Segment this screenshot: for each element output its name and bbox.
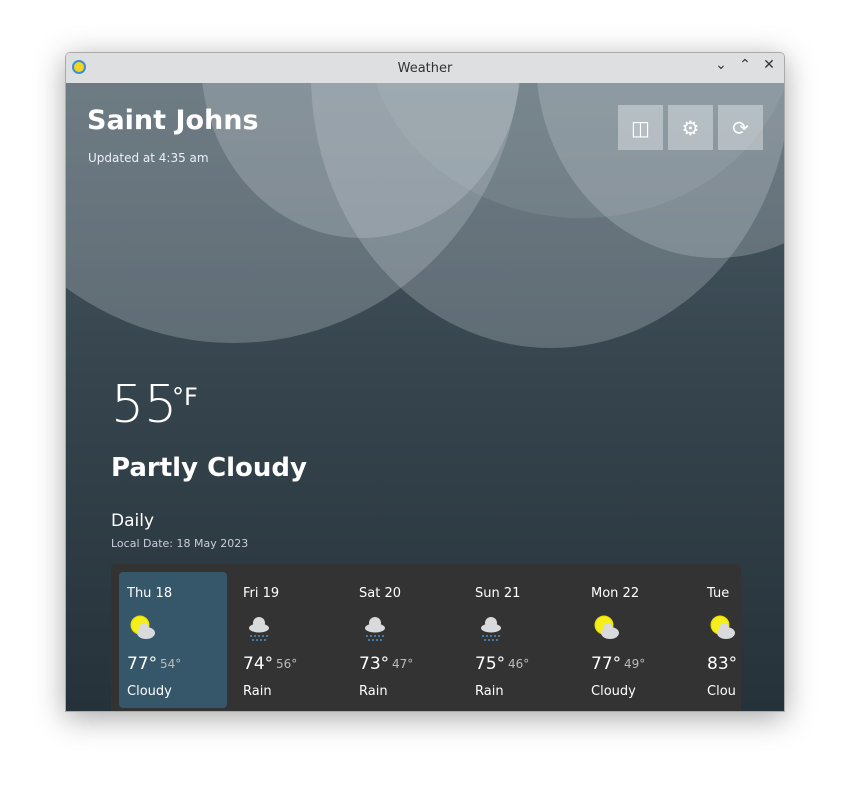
day-forecast-item[interactable]: Thu 18 77° 54° Cloudy xyxy=(119,572,227,708)
low-temperature: 47° xyxy=(392,657,414,671)
low-temperature: 49° xyxy=(624,657,646,671)
refresh-icon: ⟳ xyxy=(732,115,749,140)
day-label: Tue xyxy=(707,586,730,601)
daily-forecast-list: Thu 18 77° 54° Cloudy Fri 19 74° 56° Rain… xyxy=(111,564,741,711)
day-label: Thu 18 xyxy=(127,586,173,601)
settings-button[interactable]: ⚙ xyxy=(668,105,713,150)
search-location-button[interactable]: ◫ xyxy=(618,105,663,150)
day-label: Fri 19 xyxy=(243,586,280,601)
high-temperature: 73° xyxy=(359,654,390,674)
main-content: Saint Johns Updated at 4:35 am ◫ ⚙ ⟳ 55 … xyxy=(66,83,784,711)
local-date: Local Date: 18 May 2023 xyxy=(111,537,249,550)
high-temperature: 75° xyxy=(475,654,506,674)
close-button[interactable]: ✕ xyxy=(760,57,778,73)
low-temperature: 56° xyxy=(276,657,298,671)
day-forecast-item[interactable]: Tue 83° Clou xyxy=(699,572,741,708)
day-condition: Rain xyxy=(359,684,388,699)
current-temperature: 55 xyxy=(111,375,178,435)
rain-icon xyxy=(245,614,273,642)
day-condition: Rain xyxy=(475,684,504,699)
day-forecast-item[interactable]: Mon 22 77° 49° Cloudy xyxy=(583,572,691,708)
updated-time: Updated at 4:35 am xyxy=(88,151,209,165)
current-condition: Partly Cloudy xyxy=(111,453,307,483)
refresh-button[interactable]: ⟳ xyxy=(718,105,763,150)
sliders-icon: ⚙ xyxy=(681,115,700,140)
partly-cloudy-icon xyxy=(129,614,157,642)
window-title: Weather xyxy=(397,60,453,76)
rain-icon xyxy=(361,614,389,642)
map-search-icon: ◫ xyxy=(631,115,650,140)
day-forecast-item[interactable]: Sat 20 73° 47° Rain xyxy=(351,572,459,708)
day-label: Sat 20 xyxy=(359,586,401,601)
low-temperature: 46° xyxy=(508,657,530,671)
daily-heading: Daily xyxy=(111,511,155,531)
partly-cloudy-icon xyxy=(593,614,621,642)
weather-window: Weather ⌄ ⌃ ✕ Saint Johns Updated at 4:3… xyxy=(65,52,785,712)
day-condition: Cloudy xyxy=(591,684,636,699)
temperature-unit: °F xyxy=(172,383,198,411)
city-name: Saint Johns xyxy=(87,105,259,136)
partly-cloudy-icon xyxy=(709,614,737,642)
day-condition: Cloudy xyxy=(127,684,172,699)
app-icon xyxy=(72,60,86,74)
high-temperature: 77° xyxy=(591,654,622,674)
day-label: Mon 22 xyxy=(591,586,640,601)
day-forecast-item[interactable]: Sun 21 75° 46° Rain xyxy=(467,572,575,708)
title-bar[interactable]: Weather ⌄ ⌃ ✕ xyxy=(66,53,784,83)
day-label: Sun 21 xyxy=(475,586,521,601)
minimize-button[interactable]: ⌄ xyxy=(712,57,730,73)
high-temperature: 83° xyxy=(707,654,738,674)
maximize-button[interactable]: ⌃ xyxy=(736,57,754,73)
day-condition: Clou xyxy=(707,684,736,699)
rain-icon xyxy=(477,614,505,642)
high-temperature: 74° xyxy=(243,654,274,674)
day-forecast-item[interactable]: Fri 19 74° 56° Rain xyxy=(235,572,343,708)
day-condition: Rain xyxy=(243,684,272,699)
low-temperature: 54° xyxy=(160,657,182,671)
high-temperature: 77° xyxy=(127,654,158,674)
